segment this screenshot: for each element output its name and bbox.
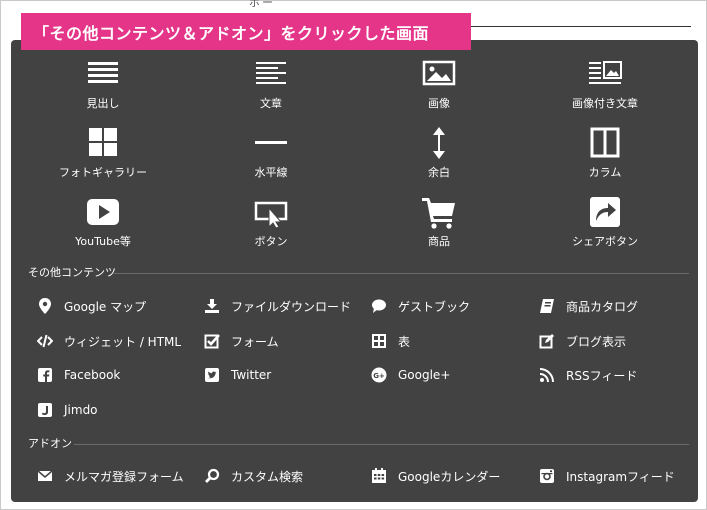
item-guestbook[interactable]: ゲストブック (371, 296, 470, 316)
tile-product[interactable]: 商品 (369, 195, 509, 249)
item-label: RSSフィード (566, 368, 638, 383)
tile-image-text[interactable]: 画像付き文章 (535, 57, 675, 111)
tile-spacing[interactable]: 余白 (369, 126, 509, 180)
item-widget-html[interactable]: ウィジェット / HTML (37, 331, 181, 351)
cart-icon (419, 195, 459, 229)
map-pin-icon (37, 298, 53, 314)
google-plus-icon: G+ (371, 367, 387, 383)
tile-label: 商品 (428, 235, 450, 248)
edit-icon (539, 333, 555, 349)
tile-youtube[interactable]: YouTube等 (33, 195, 173, 249)
horizontal-line-icon (251, 126, 291, 160)
item-table[interactable]: 表 (371, 331, 410, 351)
item-label: 商品カタログ (566, 299, 639, 314)
column-icon (585, 126, 625, 160)
tile-label: 文章 (260, 97, 282, 110)
item-label: ブログ表示 (566, 334, 627, 349)
section-title-addons: アドオン (28, 437, 72, 450)
item-label: 表 (398, 334, 411, 349)
item-rss-feed[interactable]: RSSフィード (539, 365, 637, 385)
tile-label: 水平線 (254, 166, 288, 179)
item-blog-display[interactable]: ブログ表示 (539, 331, 626, 351)
item-facebook[interactable]: Facebook (37, 365, 120, 385)
item-label: ウィジェット / HTML (64, 334, 182, 349)
tile-button[interactable]: ボタン (201, 195, 341, 249)
item-custom-search[interactable]: カスタム検索 (204, 466, 303, 486)
item-label: Googleカレンダー (398, 469, 501, 484)
item-instagram-feed[interactable]: Instagramフィード (539, 466, 675, 486)
svg-text:G+: G+ (373, 372, 385, 380)
item-jimdo[interactable]: Jimdo (37, 400, 98, 420)
tile-label: フォトギャラリー (59, 166, 147, 179)
table-icon (371, 333, 387, 349)
tile-heading[interactable]: 見出し (33, 57, 173, 111)
tile-label: ボタン (254, 235, 288, 248)
item-label: メルマガ登録フォーム (64, 469, 184, 484)
comment-icon (371, 298, 387, 314)
item-label: Twitter (231, 368, 272, 382)
heading-icon (83, 57, 123, 91)
tile-column[interactable]: カラム (535, 126, 675, 180)
download-icon (204, 298, 220, 314)
top-divider (471, 26, 691, 27)
instagram-icon (539, 468, 555, 484)
jimdo-icon (37, 402, 53, 418)
youtube-play-icon (83, 195, 123, 229)
item-label: Google+ (398, 368, 451, 382)
tile-label: 余白 (428, 166, 450, 179)
image-text-icon (585, 57, 625, 91)
section-divider (74, 444, 689, 445)
item-label: Google マップ (64, 299, 147, 314)
tile-label: カラム (588, 166, 622, 179)
item-google-map[interactable]: Google マップ (37, 296, 146, 316)
item-label: Jimdo (64, 403, 98, 417)
item-google-calendar[interactable]: Googleカレンダー (371, 466, 500, 486)
code-icon (37, 333, 53, 349)
item-twitter[interactable]: Twitter (204, 365, 271, 385)
caption-banner-title: 「その他コンテンツ＆アドオン」をクリックした画面 (33, 23, 430, 43)
content-panel: 見出し 文章 画像 画像付き文章 フォトギャラリー 水平線 余白 カラム You… (11, 40, 698, 502)
search-icon (204, 468, 220, 484)
tile-horizontal-line[interactable]: 水平線 (201, 126, 341, 180)
tile-photo-gallery[interactable]: フォトギャラリー (33, 126, 173, 180)
section-title-other-contents: その他コンテンツ (28, 266, 116, 279)
item-form[interactable]: フォーム (204, 331, 279, 351)
calendar-icon (371, 468, 387, 484)
tile-label: 画像 (428, 97, 450, 110)
screenshot-frame: ボー 「その他コンテンツ＆アドオン」をクリックした画面 見出し 文章 画像 画像… (0, 0, 707, 510)
top-stub-text: ボー (249, 0, 275, 9)
item-file-download[interactable]: ファイルダウンロード (204, 296, 351, 316)
tile-label: YouTube等 (75, 235, 131, 248)
item-label: Instagramフィード (566, 469, 675, 484)
facebook-icon (37, 367, 53, 383)
text-icon (251, 57, 291, 91)
share-icon (585, 195, 625, 229)
item-label: ファイルダウンロード (231, 299, 352, 314)
tile-image[interactable]: 画像 (369, 57, 509, 111)
item-label: ゲストブック (398, 299, 471, 314)
image-icon (419, 57, 459, 91)
item-newsletter-form[interactable]: メルマガ登録フォーム (37, 466, 184, 486)
checkbox-icon (204, 333, 220, 349)
spacing-icon (419, 126, 459, 160)
section-divider (114, 273, 689, 274)
tile-label: 画像付き文章 (572, 97, 638, 110)
item-label: カスタム検索 (231, 469, 304, 484)
twitter-icon (204, 367, 220, 383)
item-product-catalog[interactable]: 商品カタログ (539, 296, 638, 316)
photo-gallery-icon (83, 126, 123, 160)
envelope-icon (37, 468, 53, 484)
catalog-icon (539, 298, 555, 314)
item-google-plus[interactable]: G+ Google+ (371, 365, 450, 385)
caption-banner: 「その他コンテンツ＆アドオン」をクリックした画面 (21, 13, 471, 50)
button-cursor-icon (251, 195, 291, 229)
item-label: Facebook (64, 368, 121, 382)
item-label: フォーム (231, 334, 279, 349)
tile-text[interactable]: 文章 (201, 57, 341, 111)
tile-label: シェアボタン (572, 235, 638, 248)
tile-share[interactable]: シェアボタン (535, 195, 675, 249)
rss-icon (539, 367, 555, 383)
tile-label: 見出し (86, 97, 120, 110)
